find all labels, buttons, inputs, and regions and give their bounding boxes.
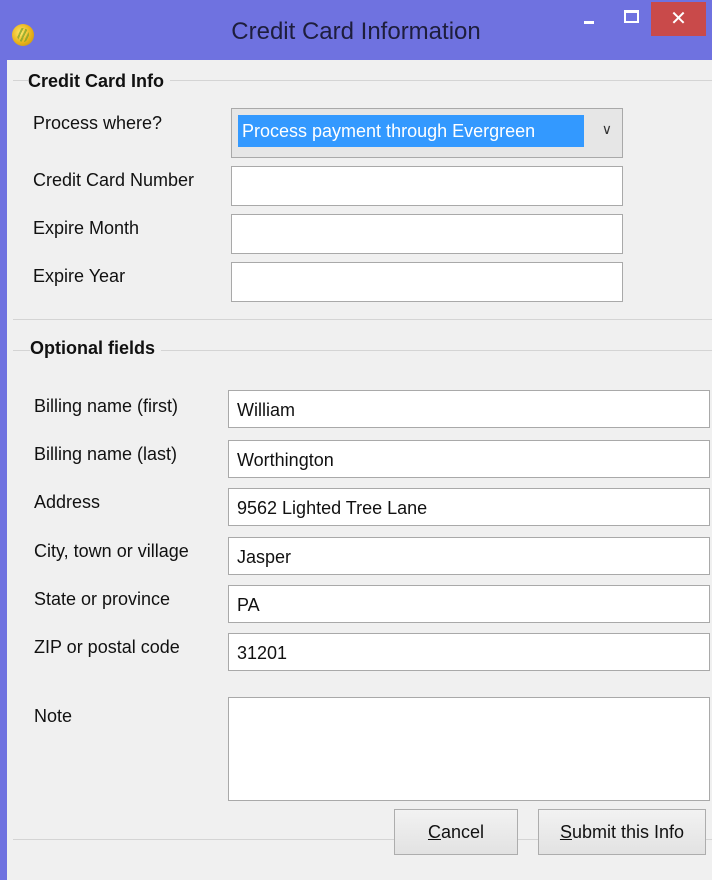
expire-month-label: Expire Month <box>33 218 140 238</box>
first-name-label: Billing name (first) <box>34 396 179 416</box>
cancel-button[interactable]: Cancel <box>394 809 518 855</box>
maximize-button[interactable] <box>612 4 648 34</box>
process-where-select[interactable]: Process payment through Evergreen ∨ <box>231 108 623 158</box>
card-number-label: Credit Card Number <box>33 170 195 190</box>
cancel-mnemonic: C <box>427 822 441 842</box>
process-where-label: Process where? <box>33 113 163 133</box>
expire-year-label: Expire Year <box>33 266 126 286</box>
minimize-button[interactable] <box>570 4 608 34</box>
state-field[interactable]: PA <box>228 585 710 623</box>
expire-year-field[interactable] <box>231 262 623 302</box>
state-label: State or province <box>34 589 171 609</box>
submit-mnemonic: S <box>559 822 572 842</box>
note-label: Note <box>34 706 73 726</box>
title-bar[interactable]: Credit Card Information ✕ <box>0 0 712 60</box>
zip-label: ZIP or postal code <box>34 637 180 657</box>
submit-label: ubmit this Info <box>571 822 685 842</box>
optional-fields-title: Optional fields <box>30 338 162 359</box>
process-where-value: Process payment through Evergreen <box>238 115 584 147</box>
city-label: City, town or village <box>34 541 189 561</box>
first-name-field[interactable]: William <box>228 390 710 428</box>
cancel-label: ancel <box>440 822 485 842</box>
expire-month-field[interactable] <box>231 214 623 254</box>
address-field[interactable]: 9562 Lighted Tree Lane <box>228 488 710 526</box>
credit-card-info-title: Credit Card Info <box>28 71 171 92</box>
address-label: Address <box>34 492 101 512</box>
note-textarea[interactable] <box>228 697 710 801</box>
submit-button[interactable]: Submit this Info <box>538 809 706 855</box>
last-name-label: Billing name (last) <box>34 444 178 464</box>
close-button[interactable]: ✕ <box>651 2 706 36</box>
city-field[interactable]: Jasper <box>228 537 710 575</box>
last-name-field[interactable]: Worthington <box>228 440 710 478</box>
dialog-body: Credit Card Info Process where? Process … <box>7 60 712 880</box>
card-number-field[interactable] <box>231 166 623 206</box>
chevron-down-icon: ∨ <box>601 121 612 137</box>
zip-field[interactable]: 31201 <box>228 633 710 671</box>
